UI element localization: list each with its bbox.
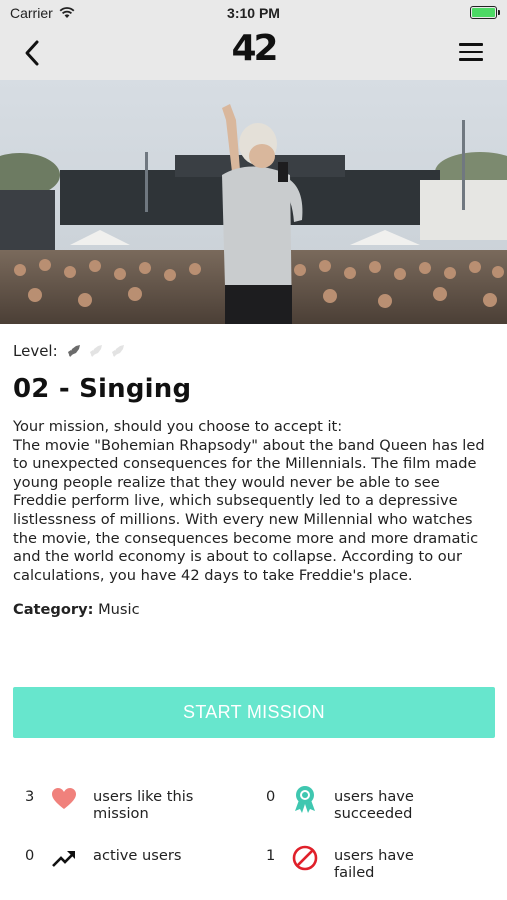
- level-icon-empty: [111, 345, 124, 357]
- level-label: Level:: [13, 342, 58, 360]
- level-icon-empty: [89, 345, 102, 357]
- mission-hero-image: [0, 80, 507, 324]
- mission-category: Category: Music: [13, 601, 496, 618]
- level-row: Level:: [13, 340, 496, 362]
- mission-content: Level: 02 - Singing Your mission, should…: [13, 340, 496, 618]
- mission-title: 02 - Singing: [13, 374, 192, 404]
- mission-description: Your mission, should you choose to accep…: [13, 418, 485, 584]
- status-time: 3:10 PM: [227, 5, 280, 21]
- stat-likes: 3 users like this mission: [25, 786, 213, 822]
- hamburger-menu-icon: [459, 43, 483, 46]
- failed-label: users have failed: [334, 847, 414, 881]
- stat-failed: 1 users have failed: [266, 845, 454, 881]
- level-indicator: [66, 343, 132, 359]
- heart-icon[interactable]: [49, 786, 79, 812]
- menu-button[interactable]: [459, 43, 483, 63]
- likes-label: users like this mission: [93, 788, 194, 822]
- concert-photo: [0, 80, 507, 324]
- succeeded-count: 0: [266, 788, 276, 805]
- battery-group: [470, 6, 500, 19]
- likes-count: 3: [25, 788, 35, 805]
- hamburger-line: [459, 50, 483, 53]
- active-label: active users: [93, 847, 182, 864]
- failed-count: 1: [266, 847, 276, 864]
- prohibited-icon: [290, 845, 320, 871]
- trending-up-icon: [49, 845, 79, 871]
- app-logo: 42: [231, 28, 278, 69]
- stat-active: 0 active users: [25, 845, 213, 871]
- category-value: Music: [98, 601, 140, 619]
- status-bar: Carrier 3:10 PM: [0, 0, 507, 26]
- award-ribbon-icon: [290, 786, 320, 813]
- battery-icon: [470, 6, 500, 19]
- active-count: 0: [25, 847, 35, 864]
- category-label: Category:: [13, 601, 94, 619]
- stat-succeeded: 0 users have succeeded: [266, 786, 454, 822]
- hamburger-line: [459, 58, 483, 61]
- battery-fill: [472, 8, 495, 17]
- start-mission-button[interactable]: START MISSION: [13, 687, 495, 738]
- navigation-bar: 42: [0, 26, 507, 80]
- level-icon-filled: [67, 345, 80, 357]
- succeeded-label: users have succeeded: [334, 788, 414, 822]
